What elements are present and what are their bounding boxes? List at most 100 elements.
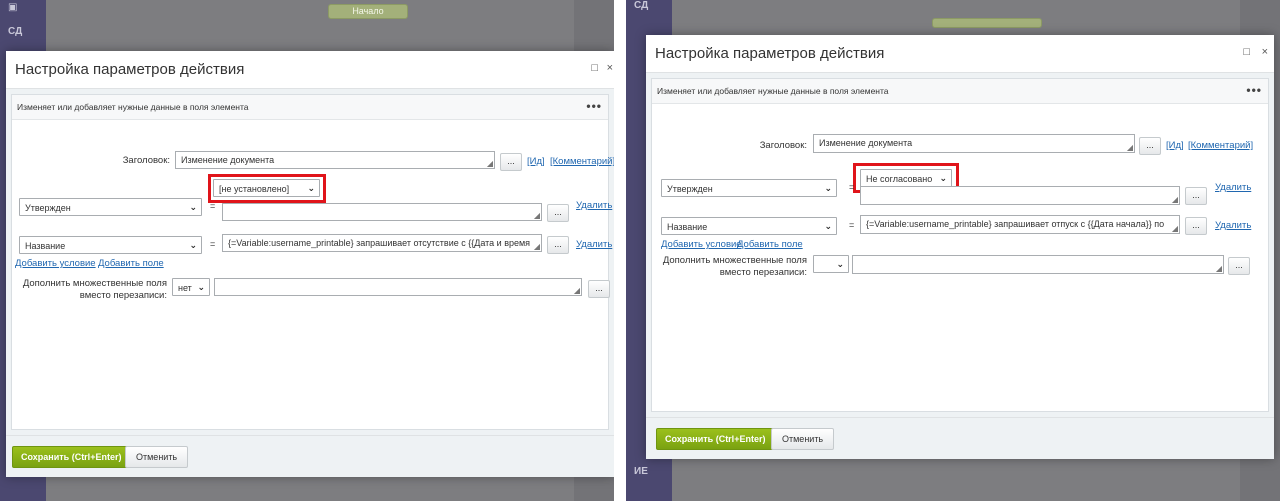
add-field-link[interactable]: Добавить поле: [737, 239, 803, 250]
comment-link[interactable]: [Комментарий]: [550, 156, 614, 167]
chevron-down-icon: ⌄: [189, 202, 197, 212]
id-link[interactable]: [Ид]: [1166, 140, 1184, 151]
resize-icon[interactable]: ◢: [534, 212, 540, 220]
panel-header: Изменяет или добавляет нужные данные в п…: [652, 79, 1268, 104]
delete-link-approved[interactable]: Удалить: [1215, 182, 1251, 193]
status-select[interactable]: [не установлено] ⌄: [213, 179, 320, 197]
chevron-down-icon: ⌄: [189, 240, 197, 250]
name-value-text: {=Variable:username_printable} запрашива…: [228, 238, 531, 248]
dialog-body: Изменяет или добавляет нужные данные в п…: [6, 89, 614, 435]
resize-icon[interactable]: ◢: [487, 160, 493, 168]
field-select-approved[interactable]: Утвержден ⌄: [19, 198, 202, 216]
id-link[interactable]: [Ид]: [527, 156, 545, 167]
cancel-button[interactable]: Отменить: [771, 428, 835, 450]
cancel-button[interactable]: Отменить: [125, 446, 189, 468]
delete-link-approved[interactable]: Удалить: [576, 200, 612, 211]
resize-icon[interactable]: ◢: [574, 287, 580, 295]
multi-label-line1: Дополнить множественные поля: [22, 278, 167, 289]
header-input[interactable]: Изменение документа ◢: [813, 134, 1135, 153]
panel-header: Изменяет или добавляет нужные данные в п…: [12, 95, 608, 120]
start-node[interactable]: Начало: [328, 4, 408, 19]
name-dots-button[interactable]: ...: [1185, 217, 1207, 235]
resize-icon[interactable]: ◢: [1127, 144, 1133, 152]
chevron-down-icon: ⌄: [197, 282, 205, 292]
approved-value-input[interactable]: ◢: [222, 203, 542, 221]
dialog-footer: Сохранить (Ctrl+Enter) Отменить: [6, 435, 614, 477]
name-value-text: {=Variable:username_printable} запрашива…: [866, 219, 1165, 229]
name-dots-button[interactable]: ...: [547, 236, 569, 254]
screenshot-right: СД ИЕ Настройка параметров действия □ × …: [626, 0, 1280, 501]
add-condition-link[interactable]: Добавить условие: [661, 239, 742, 250]
field-select-approved[interactable]: Утвержден ⌄: [661, 179, 837, 197]
multi-label-line1: Дополнить множественные поля: [662, 255, 807, 266]
multi-label-line2: вместо перезаписи:: [719, 267, 807, 278]
field-select-name-value: Название: [25, 241, 66, 251]
chevron-down-icon: ⌄: [824, 221, 832, 231]
resize-icon[interactable]: ◢: [1172, 196, 1178, 204]
multi-dots-button[interactable]: ...: [1228, 257, 1250, 275]
settings-panel: Изменяет или добавляет нужные данные в п…: [11, 94, 614, 430]
field-select-approved-value: Утвержден: [667, 184, 713, 194]
chevron-down-icon: ⌄: [836, 259, 844, 269]
action-settings-dialog: Настройка параметров действия □ × Изменя…: [646, 35, 1274, 459]
multi-label-line2: вместо перезаписи:: [79, 290, 167, 301]
dialog-footer: Сохранить (Ctrl+Enter) Отменить: [646, 417, 1274, 459]
multi-dots-button[interactable]: ...: [588, 280, 610, 298]
equals-sign: =: [849, 182, 855, 192]
delete-link-name[interactable]: Удалить: [576, 239, 612, 250]
header-label: Заголовок:: [122, 155, 170, 166]
field-select-approved-value: Утвержден: [25, 203, 71, 213]
resize-icon[interactable]: ◢: [1172, 225, 1178, 233]
field-select-name-value: Название: [667, 222, 708, 232]
chevron-down-icon: ⌄: [824, 183, 832, 193]
equals-sign: =: [210, 239, 216, 249]
dialog-header: Настройка параметров действия □ ×: [646, 35, 1274, 73]
screenshot-divider: [614, 0, 626, 501]
name-value-input[interactable]: {=Variable:username_printable} запрашива…: [222, 234, 542, 252]
multi-select[interactable]: нет ⌄: [172, 278, 210, 296]
dialog-title: Настройка параметров действия: [655, 45, 885, 62]
save-button[interactable]: Сохранить (Ctrl+Enter): [12, 446, 131, 468]
field-select-name[interactable]: Название ⌄: [661, 217, 837, 235]
minimize-icon[interactable]: □: [1243, 46, 1250, 58]
sidebar-item-ie[interactable]: ИЕ: [634, 466, 648, 477]
header-input-value: Изменение документа: [181, 155, 275, 165]
chevron-down-icon: ⌄: [939, 173, 947, 183]
multi-select[interactable]: ⌄: [813, 255, 849, 273]
close-icon[interactable]: ×: [1262, 46, 1268, 58]
save-button[interactable]: Сохранить (Ctrl+Enter): [656, 428, 775, 450]
approved-dots-button[interactable]: ...: [547, 204, 569, 222]
sidebar-item-sd[interactable]: СД: [634, 0, 648, 11]
dialog-body: Изменяет или добавляет нужные данные в п…: [646, 73, 1274, 417]
settings-panel: Изменяет или добавляет нужные данные в п…: [651, 78, 1269, 412]
dialog-title: Настройка параметров действия: [15, 61, 245, 78]
more-icon[interactable]: •••: [1246, 83, 1262, 97]
multi-input[interactable]: ◢: [852, 255, 1224, 274]
screenshot-left: ▣ СД Начало Настройка параметров действи…: [0, 0, 614, 501]
name-value-input[interactable]: {=Variable:username_printable} запрашива…: [860, 215, 1180, 234]
equals-sign: =: [849, 220, 855, 230]
field-select-name[interactable]: Название ⌄: [19, 236, 202, 254]
sidebar-item-sd[interactable]: СД: [8, 26, 22, 37]
approved-value-input[interactable]: ◢: [860, 186, 1180, 205]
comment-link[interactable]: [Комментарий]: [1188, 140, 1253, 151]
close-icon[interactable]: ×: [607, 62, 613, 74]
resize-icon[interactable]: ◢: [1216, 265, 1222, 273]
more-icon[interactable]: •••: [586, 99, 602, 113]
add-field-link[interactable]: Добавить поле: [98, 258, 164, 269]
add-condition-link[interactable]: Добавить условие: [15, 258, 96, 269]
status-select-value: Не согласовано: [866, 174, 933, 184]
header-dots-button[interactable]: ...: [500, 153, 522, 171]
header-input[interactable]: Изменение документа ◢: [175, 151, 495, 169]
workflow-node[interactable]: [932, 18, 1042, 28]
resize-icon[interactable]: ◢: [534, 243, 540, 251]
minimize-icon[interactable]: □: [591, 62, 598, 74]
approved-dots-button[interactable]: ...: [1185, 187, 1207, 205]
delete-link-name[interactable]: Удалить: [1215, 220, 1251, 231]
header-input-value: Изменение документа: [819, 138, 913, 148]
status-select-value: [не установлено]: [219, 184, 290, 194]
header-label: Заголовок:: [759, 140, 807, 151]
header-dots-button[interactable]: ...: [1139, 137, 1161, 155]
multi-input[interactable]: ◢: [214, 278, 582, 296]
sidebar-icon-square[interactable]: ▣: [8, 2, 17, 13]
